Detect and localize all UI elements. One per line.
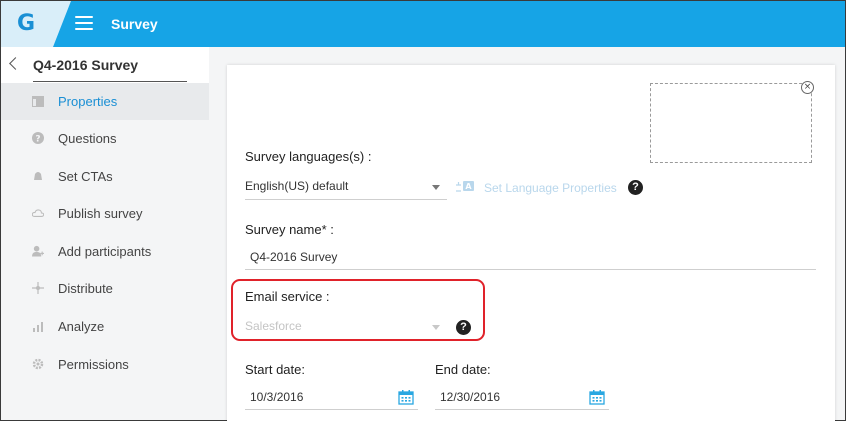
sidebar-item-questions[interactable]: ? Questions	[1, 120, 209, 157]
chevron-down-icon	[432, 325, 440, 330]
email-service-label: Email service :	[245, 289, 330, 304]
sidebar-item-permissions[interactable]: Permissions	[1, 346, 209, 383]
survey-title-underline	[33, 81, 187, 82]
field-underline	[245, 199, 447, 200]
field-underline	[245, 269, 816, 270]
distribute-icon	[32, 282, 44, 294]
sidebar-item-label: Analyze	[58, 319, 105, 334]
survey-header: Q4-2016 Survey	[1, 47, 209, 83]
translate-icon: A	[455, 179, 477, 195]
hamburger-menu-icon[interactable]	[75, 16, 93, 30]
sidebar-item-publish-survey[interactable]: Publish survey	[1, 195, 209, 232]
cloud-icon	[32, 207, 44, 219]
start-date-label: Start date:	[245, 362, 305, 377]
calendar-icon[interactable]	[589, 389, 605, 405]
start-date-field[interactable]: 10/3/2016	[245, 387, 418, 410]
sidebar-item-label: Add participants	[58, 244, 152, 259]
help-icon[interactable]: ?	[456, 320, 471, 335]
survey-name-value: Q4-2016 Survey	[250, 250, 338, 264]
logo-upload-area[interactable]	[650, 83, 812, 163]
logo-tab[interactable]: G	[1, 1, 71, 47]
top-bar: G Survey	[1, 1, 845, 47]
sidebar-item-add-participants[interactable]: Add participants	[1, 233, 209, 270]
calendar-icon[interactable]	[398, 389, 414, 405]
email-service-select[interactable]: Salesforce	[245, 317, 447, 337]
add-user-icon	[32, 245, 44, 257]
set-language-properties-link[interactable]: Set Language Properties	[484, 181, 617, 195]
sidebar-item-label: Permissions	[58, 357, 129, 372]
end-date-field[interactable]: 12/30/2016	[435, 387, 609, 410]
sidebar-item-analyze[interactable]: Analyze	[1, 308, 209, 345]
start-date-value: 10/3/2016	[250, 390, 304, 404]
survey-name-label: Survey name* :	[245, 222, 334, 237]
sidebar-item-properties[interactable]: Properties	[1, 83, 209, 120]
sidebar-item-label: Properties	[58, 94, 118, 109]
field-underline	[435, 409, 609, 410]
sidebar-item-set-ctas[interactable]: Set CTAs	[1, 158, 209, 195]
app-logo: G	[17, 11, 36, 36]
close-icon[interactable]: ×	[801, 81, 814, 94]
back-chevron-icon[interactable]	[9, 57, 22, 70]
gear-icon	[32, 358, 44, 370]
sidebar-item-label: Publish survey	[58, 206, 143, 221]
help-icon[interactable]: ?	[628, 180, 643, 195]
sidebar: Q4-2016 Survey Properties ? Questions Se…	[1, 47, 209, 420]
sidebar-item-label: Distribute	[58, 281, 113, 296]
language-select[interactable]: English(US) default	[245, 177, 447, 200]
end-date-label: End date:	[435, 362, 491, 377]
chevron-down-icon	[432, 185, 440, 190]
survey-name-field[interactable]: Q4-2016 Survey	[245, 246, 816, 270]
properties-icon	[32, 95, 44, 107]
bar-chart-icon	[32, 320, 44, 332]
question-circle-icon: ?	[32, 132, 44, 144]
email-service-value: Salesforce	[245, 319, 302, 333]
sidebar-item-distribute[interactable]: Distribute	[1, 270, 209, 307]
field-underline	[245, 409, 418, 410]
app-title: Survey	[111, 16, 158, 32]
end-date-value: 12/30/2016	[440, 390, 501, 404]
sidebar-item-label: Set CTAs	[58, 169, 113, 184]
sidebar-item-label: Questions	[58, 131, 117, 146]
language-select-value: English(US) default	[245, 179, 349, 193]
bell-icon	[32, 170, 44, 182]
survey-title: Q4-2016 Survey	[33, 57, 139, 73]
svg-text:A: A	[465, 182, 472, 191]
svg-text:?: ?	[35, 135, 40, 145]
languages-label: Survey languages(s) :	[245, 149, 372, 164]
